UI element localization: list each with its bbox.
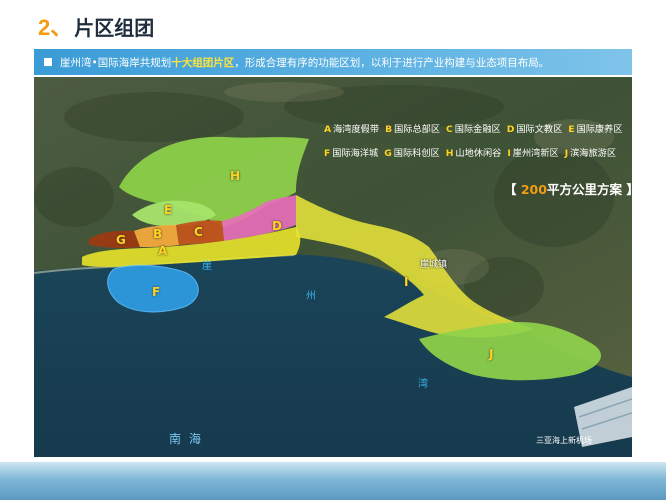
scheme-text: 平方公里方案 <box>546 182 622 197</box>
legend-item-e: E 国际康养区 <box>568 124 623 135</box>
zone-label-h: H <box>230 169 241 183</box>
legend-item-g: G 国际科创区 <box>384 148 440 159</box>
intro-text-after: ，形成合理有序的功能区划，以利于进行产业构建与业态项目布局。 <box>234 56 550 69</box>
town-label: 崖城镇 <box>420 260 448 270</box>
bay-label-1: 崖 <box>202 261 212 272</box>
legend-row: F 国际海洋城 G 国际科创区 H 山地休闲谷 I 崖州湾新区 J 滨海旅游区 <box>324 145 624 159</box>
intro-text: 崖州湾•国际海岸共规划十大组团片区，形成合理有序的功能区划，以利于进行产业构建与… <box>60 55 549 70</box>
intro-banner: 崖州湾•国际海岸共规划十大组团片区，形成合理有序的功能区划，以利于进行产业构建与… <box>34 49 632 75</box>
zone-label-d: D <box>272 219 282 233</box>
bay-label-3: 湾 <box>418 379 428 390</box>
scheme-label: 【 200平方公里方案 】 <box>504 182 632 197</box>
zoning-map: A 海湾度假带 B 国际总部区 C 国际金融区 D 国际文教区 E 国际康养区 F 国际海洋… <box>34 77 632 457</box>
zone-label-i: I <box>404 275 409 289</box>
legend-item-b: B 国际总部区 <box>385 124 441 135</box>
legend-item-a: A 海湾度假带 <box>324 124 380 135</box>
legend-item-c: C 国际金融区 <box>446 124 501 135</box>
footer-coast-band <box>0 462 666 500</box>
bay-label-2: 州 <box>306 291 316 302</box>
zone-label-f: F <box>152 285 161 299</box>
zone-label-c: C <box>194 225 203 239</box>
legend-item-h: H 山地休闲谷 <box>445 148 502 159</box>
section-title: 2 、 片区组团 <box>38 10 154 40</box>
sea-label: 南海 <box>169 432 210 446</box>
section-separator: 、 <box>50 15 73 40</box>
zone-label-a: A <box>158 244 168 258</box>
airport-label: 三亚海上新机场 <box>536 436 592 445</box>
zone-label-g: G <box>116 233 126 247</box>
section-number: 2 <box>38 15 51 40</box>
zone-legend: A 海湾度假带 B 国际总部区 C 国际金融区 D 国际文教区 E 国际康养区 F 国际海洋… <box>324 121 624 169</box>
zone-label-b: B <box>153 227 163 241</box>
intro-text-before: 崖州湾•国际海岸共规划 <box>60 56 172 69</box>
legend-item-i: I 崖州湾新区 <box>507 148 559 159</box>
legend-item-f: F 国际海洋城 <box>324 148 379 159</box>
legend-item-j: J 滨海旅游区 <box>564 148 617 159</box>
zone-label-e: E <box>164 203 173 217</box>
section-heading: 片区组团 <box>74 16 155 40</box>
legend-row: A 海湾度假带 B 国际总部区 C 国际金融区 D 国际文教区 E 国际康养区 <box>324 121 624 135</box>
intro-highlight: 十大组团片区 <box>171 56 235 69</box>
zone-label-j: J <box>489 347 494 361</box>
scheme-number: 200 <box>520 182 547 197</box>
legend-item-d: D 国际文教区 <box>506 124 563 135</box>
bullet-square-icon <box>44 58 52 66</box>
